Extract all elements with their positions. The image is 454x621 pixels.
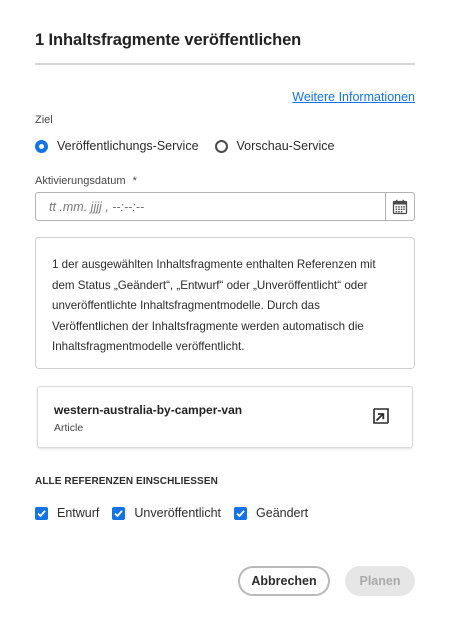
more-info-link[interactable]: Weitere Informationen (292, 90, 415, 104)
cancel-button[interactable]: Abbrechen (238, 566, 330, 596)
checkmark-icon (112, 506, 126, 520)
info-message-text: 1 der ausgewählten Inhaltsfragmente enth… (52, 258, 376, 353)
info-message-box: 1 der ausgewählten Inhaltsfragmente enth… (35, 237, 415, 369)
checkbox-unpublished[interactable]: Unveröffentlicht (112, 506, 221, 520)
schedule-button[interactable]: Planen (345, 566, 415, 596)
required-marker: * (132, 175, 137, 187)
target-label: Ziel (35, 114, 53, 126)
radio-preview-service[interactable]: Vorschau-Service (214, 139, 335, 153)
dialog-title: 1 Inhaltsfragmente veröffentlichen (35, 31, 302, 49)
checkbox-modified[interactable]: Geändert (234, 506, 308, 520)
fragment-model: Article (54, 422, 84, 434)
checkbox-draft-label: Entwurf (57, 506, 100, 520)
activation-date-input[interactable]: tt .mm. jjjj , --:--:-- (36, 193, 385, 220)
checkmark-icon (234, 506, 248, 520)
fragment-card[interactable]: western-australia-by-camper-van Article (37, 386, 413, 448)
radio-unselected-indicator (214, 139, 228, 153)
checkmark-icon (35, 506, 48, 520)
open-in-icon[interactable] (372, 407, 390, 425)
references-checkbox-group: Entwurf Unveröffentlicht Geändert (35, 505, 321, 521)
checkbox-modified-label: Geändert (256, 506, 309, 520)
activation-date-field: tt .mm. jjjj , --:--:-- (35, 192, 415, 221)
radio-selected-indicator (35, 139, 48, 153)
include-references-label: ALLE REFERENZEN EINSCHLIESSEN (35, 476, 218, 487)
radio-publish-service[interactable]: Veröffentlichungs-Service (35, 139, 199, 153)
checkbox-draft[interactable]: Entwurf (35, 506, 99, 520)
checkbox-unpublished-label: Unveröffentlicht (134, 506, 222, 520)
activation-date-label: Aktivierungsdatum * (35, 175, 137, 187)
radio-publish-service-label: Veröffentlichungs-Service (57, 139, 199, 153)
target-radio-group: Veröffentlichungs-Service Vorschau-Servi… (35, 137, 351, 155)
fragment-title: western-australia-by-camper-van (54, 403, 243, 417)
radio-preview-service-label: Vorschau-Service (236, 139, 335, 153)
calendar-button[interactable] (385, 193, 414, 220)
activation-date-label-text: Aktivierungsdatum (35, 175, 126, 187)
publish-dialog: 1 Inhaltsfragmente veröffentlichen Weite… (0, 0, 454, 621)
calendar-icon (392, 199, 408, 214)
title-divider (35, 63, 415, 65)
